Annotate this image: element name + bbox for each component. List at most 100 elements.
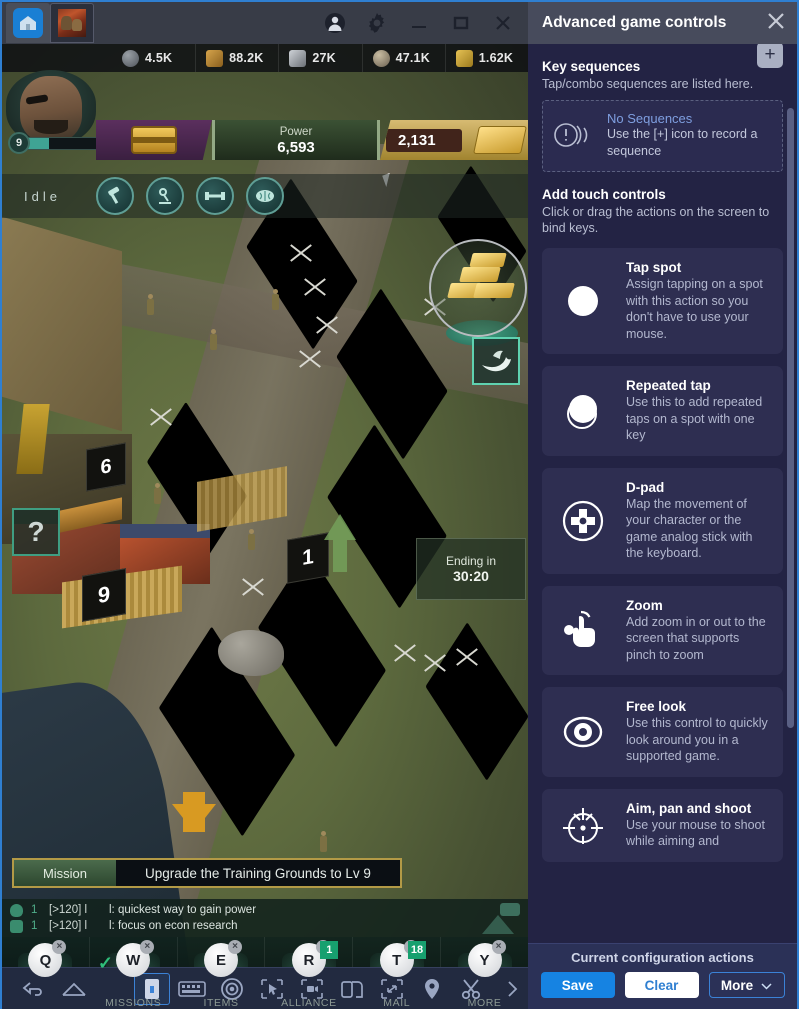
control-title: Aim, pan and shoot	[626, 800, 752, 816]
close-icon[interactable]	[484, 3, 522, 43]
control-desc: Use your mouse to shoot while aiming and	[626, 817, 765, 849]
close-icon[interactable]	[765, 10, 787, 37]
check-icon: ✓	[97, 953, 113, 973]
chat-icon	[10, 919, 23, 933]
steel-icon	[122, 49, 139, 67]
resource-value: 88.2K	[229, 51, 264, 65]
remove-binding-icon[interactable]: ×	[491, 940, 506, 954]
key-sequences-header: Key sequences Tap/combo sequences are li…	[542, 44, 783, 92]
control-desc: Map the movement of your character or th…	[626, 496, 753, 561]
gold-value: 2,131	[386, 128, 462, 152]
resource-value: 4.5K	[145, 51, 173, 65]
wall-building[interactable]	[2, 216, 122, 432]
gold-pile-collectible[interactable]	[429, 239, 527, 337]
dove-peace-icon[interactable]	[472, 337, 520, 385]
resource-item[interactable]: 27K	[278, 44, 361, 72]
barbed-wire	[454, 644, 480, 670]
slot-label: ALLIANCE	[281, 997, 337, 1009]
gear-icon[interactable]	[358, 3, 396, 43]
back-icon[interactable]	[16, 973, 52, 1005]
resource-value: 1.62K	[478, 51, 514, 65]
key-binding-w[interactable]: W ×	[116, 940, 155, 977]
mission-tag: Mission	[14, 860, 116, 886]
location-pin-icon[interactable]	[414, 973, 450, 1005]
resource-item[interactable]: 4.5K	[112, 44, 195, 72]
window-buttons	[316, 3, 528, 43]
control-card-zoom[interactable]: Zoom Add zoom in or out to the screen th…	[542, 585, 783, 675]
aim-pan-shoot-icon	[550, 802, 616, 848]
barbed-wire	[392, 640, 418, 666]
soldier-unit	[248, 529, 255, 550]
game-viewport[interactable]: 9 6 1 ? Ending in 30:20 4.5K 88.2K 27K 4…	[2, 44, 528, 1009]
event-label: Ending in	[445, 554, 497, 568]
idle-queue-row: Idle	[2, 174, 528, 218]
mission-banner[interactable]: Mission Upgrade the Training Grounds to …	[12, 858, 402, 888]
dumbbell-icon[interactable]	[196, 177, 234, 215]
multi-instance-icon[interactable]	[334, 973, 370, 1005]
chevron-down-icon	[761, 978, 772, 993]
minimize-icon[interactable]	[400, 3, 438, 43]
panel-scrollbar[interactable]	[787, 108, 794, 728]
add-sequence-button[interactable]: +	[757, 44, 783, 68]
control-title: Repeated tap	[626, 378, 711, 393]
key-binding-y[interactable]: Y ×	[467, 940, 506, 977]
chest-reward-button[interactable]	[96, 120, 212, 160]
control-card-free-look[interactable]: Free look Use this control to quickly lo…	[542, 687, 783, 777]
gold-display[interactable]: 2,131	[380, 120, 528, 160]
person-icon	[10, 903, 23, 917]
remove-binding-icon[interactable]: ×	[140, 940, 155, 954]
home-tab[interactable]	[6, 3, 50, 43]
key-label: R	[303, 951, 315, 969]
control-card-aim-pan-shoot[interactable]: Aim, pan and shoot Use your mouse to sho…	[542, 788, 783, 862]
chat-text: l: quickest way to gain power	[109, 904, 257, 916]
resource-item[interactable]: 88.2K	[195, 44, 278, 72]
account-icon[interactable]	[316, 3, 354, 43]
control-card-tap-spot[interactable]: Tap spot Assign tapping on a spot with t…	[542, 248, 783, 354]
alliance-badge: 1	[320, 941, 339, 959]
chat-expand-control[interactable]	[482, 903, 522, 935]
soldier-unit	[210, 329, 217, 350]
slot-label: ITEMS	[203, 997, 239, 1009]
more-button[interactable]: More	[708, 972, 785, 998]
plot-number-tag[interactable]: 9	[82, 568, 126, 622]
chat-line[interactable]: 1 [>120] l l: quickest way to gain power	[10, 902, 528, 918]
key-label: T	[392, 951, 402, 969]
maximize-icon[interactable]	[442, 3, 480, 43]
power-value: 6,593	[277, 138, 315, 156]
repeated-tap-icon	[550, 390, 616, 432]
microscope-icon[interactable]	[146, 177, 184, 215]
plot-number-tag[interactable]: 1	[287, 532, 329, 584]
chat-panel[interactable]: 1 [>120] l l: quickest way to gain power…	[2, 899, 528, 937]
power-display[interactable]: Power 6,593	[212, 120, 380, 160]
emulator-toolbar	[2, 967, 528, 1009]
control-card-d-pad[interactable]: D-pad Map the movement of your character…	[542, 467, 783, 574]
panel-body[interactable]: Key sequences Tap/combo sequences are li…	[528, 44, 797, 943]
home-icon[interactable]	[56, 973, 92, 1005]
remove-binding-icon[interactable]: ×	[228, 940, 243, 954]
resource-item[interactable]: 47.1K	[361, 44, 445, 72]
iron-icon	[289, 49, 307, 67]
key-label: W	[126, 951, 141, 969]
save-button[interactable]: Save	[540, 972, 615, 998]
mystery-box-marker[interactable]: ?	[12, 508, 60, 556]
food-icon	[372, 49, 390, 67]
power-label: Power	[279, 125, 313, 138]
clear-button[interactable]: Clear	[624, 972, 699, 998]
resource-item[interactable]: 1.62K	[444, 44, 528, 72]
home-icon	[13, 8, 43, 38]
event-timer-box[interactable]: Ending in 30:20	[416, 538, 526, 600]
game-tab[interactable]	[50, 3, 94, 43]
advanced-game-controls-panel: Advanced game controls Key sequences Tap…	[528, 0, 799, 1009]
chat-line[interactable]: 1 [>120] l l: focus on econ research	[10, 918, 528, 934]
plot-number-tag[interactable]: 6	[86, 442, 126, 492]
control-title: Zoom	[626, 597, 663, 613]
hammer-icon[interactable]	[96, 177, 134, 215]
key-label: Q	[39, 951, 52, 969]
control-card-repeated-tap[interactable]: Repeated tap Use this to add repeated ta…	[542, 366, 783, 456]
more-label: More	[720, 977, 754, 993]
brain-icon[interactable]	[246, 177, 284, 215]
screen-root: 9 6 1 ? Ending in 30:20 4.5K 88.2K 27K 4…	[0, 0, 799, 1009]
remove-binding-icon[interactable]: ×	[52, 940, 67, 954]
key-binding-e[interactable]: E ×	[204, 940, 243, 977]
emulator-window: 9 6 1 ? Ending in 30:20 4.5K 88.2K 27K 4…	[0, 0, 528, 1009]
